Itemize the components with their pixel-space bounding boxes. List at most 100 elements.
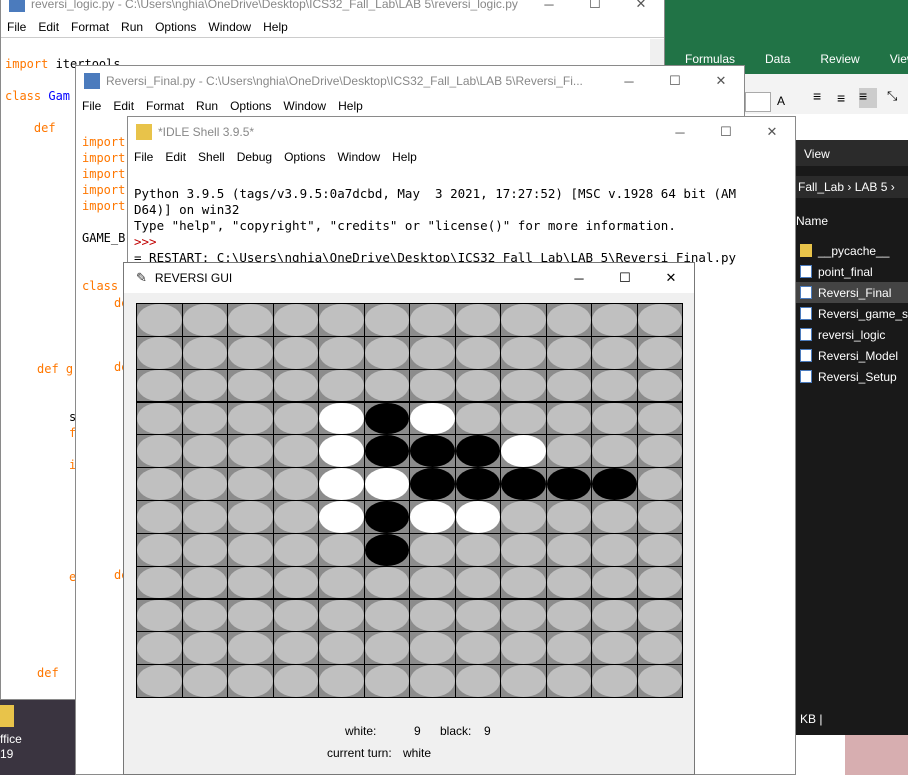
list-item[interactable]: Reversi_game_setup <box>796 303 908 324</box>
list-item[interactable]: __pycache__ <box>796 240 908 261</box>
python-file-icon <box>800 307 812 320</box>
python-file-icon <box>800 370 812 383</box>
menu-file[interactable]: File <box>128 150 159 164</box>
empty-disc <box>501 369 546 402</box>
empty-disc <box>410 599 455 632</box>
menu-edit[interactable]: Edit <box>107 99 140 113</box>
empty-disc <box>546 304 591 336</box>
empty-disc <box>182 304 227 336</box>
menu-run[interactable]: Run <box>190 99 224 113</box>
empty-disc <box>319 632 364 665</box>
empty-disc <box>546 632 591 665</box>
empty-disc <box>228 501 273 533</box>
black-disc <box>364 435 409 468</box>
breadcrumb-item[interactable]: Fall_Lab <box>798 180 844 194</box>
menu-help[interactable]: Help <box>386 150 423 164</box>
empty-disc <box>137 501 182 533</box>
align-right-icon[interactable]: ≡ <box>859 88 877 108</box>
name-column-header[interactable]: Name <box>796 214 828 228</box>
white-disc <box>364 468 409 500</box>
empty-disc <box>273 304 318 336</box>
code-fragment: class <box>82 279 119 293</box>
empty-disc <box>137 632 182 665</box>
menu-window[interactable]: Window <box>202 20 257 34</box>
tab-data[interactable]: Data <box>745 52 800 74</box>
list-item[interactable]: Reversi_Final <box>796 282 908 303</box>
menu-help[interactable]: Help <box>332 99 369 113</box>
empty-disc <box>546 402 591 435</box>
minimize-icon[interactable]: ─ <box>556 263 602 293</box>
close-icon[interactable]: ✕ <box>648 263 694 293</box>
menu-options[interactable]: Options <box>224 99 277 113</box>
taskbar-text-1: ffice <box>0 732 22 746</box>
tab-review[interactable]: Review <box>800 52 869 74</box>
empty-disc <box>273 632 318 665</box>
empty-disc <box>637 435 682 468</box>
white-disc <box>410 402 455 435</box>
window-controls: ─ ☐ ✕ <box>657 117 795 147</box>
code-fragment: def <box>37 666 66 680</box>
empty-disc <box>319 369 364 402</box>
empty-disc <box>137 336 182 369</box>
empty-disc <box>410 566 455 599</box>
menu-help[interactable]: Help <box>257 20 294 34</box>
black-disc <box>455 468 500 500</box>
empty-disc <box>228 632 273 665</box>
align-center-icon[interactable]: ≡ <box>837 90 845 106</box>
menu-options[interactable]: Options <box>149 20 202 34</box>
maximize-icon[interactable]: ☐ <box>703 117 749 147</box>
empty-disc <box>455 599 500 632</box>
menu-window[interactable]: Window <box>331 150 386 164</box>
game-board[interactable] <box>136 303 683 698</box>
menu-edit[interactable]: Edit <box>32 20 65 34</box>
font-size-dropdown[interactable] <box>745 92 771 112</box>
empty-disc <box>546 435 591 468</box>
code-line: import <box>82 151 126 165</box>
empty-disc <box>501 665 546 697</box>
black-score-label: black: <box>440 724 472 738</box>
font-color-icon[interactable]: A <box>777 94 785 108</box>
maximize-icon[interactable]: ☐ <box>602 263 648 293</box>
orientation-icon[interactable]: ⤡ <box>887 88 897 104</box>
list-item[interactable]: point_final <box>796 261 908 282</box>
empty-disc <box>319 304 364 336</box>
menu-file[interactable]: File <box>1 20 32 34</box>
menu-options[interactable]: Options <box>278 150 331 164</box>
list-item[interactable]: Reversi_Setup <box>796 366 908 387</box>
menu-run[interactable]: Run <box>115 20 149 34</box>
list-item[interactable]: Reversi_Model <box>796 345 908 366</box>
shell-prompt: >>> <box>134 234 157 249</box>
align-left-icon[interactable]: ≡ <box>813 88 821 104</box>
menu-debug[interactable]: Debug <box>231 150 278 164</box>
empty-disc <box>228 402 273 435</box>
menu-window[interactable]: Window <box>277 99 332 113</box>
empty-disc <box>364 632 409 665</box>
menu-format[interactable]: Format <box>65 20 115 34</box>
menu-format[interactable]: Format <box>140 99 190 113</box>
empty-disc <box>637 533 682 566</box>
menu-file[interactable]: File <box>76 99 107 113</box>
black-disc <box>364 501 409 533</box>
close-icon[interactable]: ✕ <box>698 66 744 96</box>
empty-disc <box>546 665 591 697</box>
empty-disc <box>592 369 637 402</box>
menu-shell[interactable]: Shell <box>192 150 231 164</box>
empty-disc <box>273 665 318 697</box>
empty-disc <box>137 665 182 697</box>
empty-disc <box>228 336 273 369</box>
minimize-icon[interactable]: ─ <box>606 66 652 96</box>
code-area[interactable]: import import import import import <box>82 118 125 246</box>
close-icon[interactable]: ✕ <box>749 117 795 147</box>
breadcrumb-item[interactable]: LAB 5 <box>855 180 888 194</box>
tab-view[interactable]: View <box>870 52 908 74</box>
maximize-icon[interactable]: ☐ <box>652 66 698 96</box>
empty-disc <box>455 402 500 435</box>
empty-disc <box>455 665 500 697</box>
minimize-icon[interactable]: ─ <box>657 117 703 147</box>
file-explorer: View Fall_Lab › LAB 5 › Name __pycache__… <box>796 140 908 735</box>
window-controls: ─ ☐ ✕ <box>556 263 694 293</box>
explorer-view-tab[interactable]: View <box>796 140 908 166</box>
desktop-icon[interactable] <box>0 705 14 727</box>
menu-edit[interactable]: Edit <box>159 150 192 164</box>
list-item[interactable]: reversi_logic <box>796 324 908 345</box>
